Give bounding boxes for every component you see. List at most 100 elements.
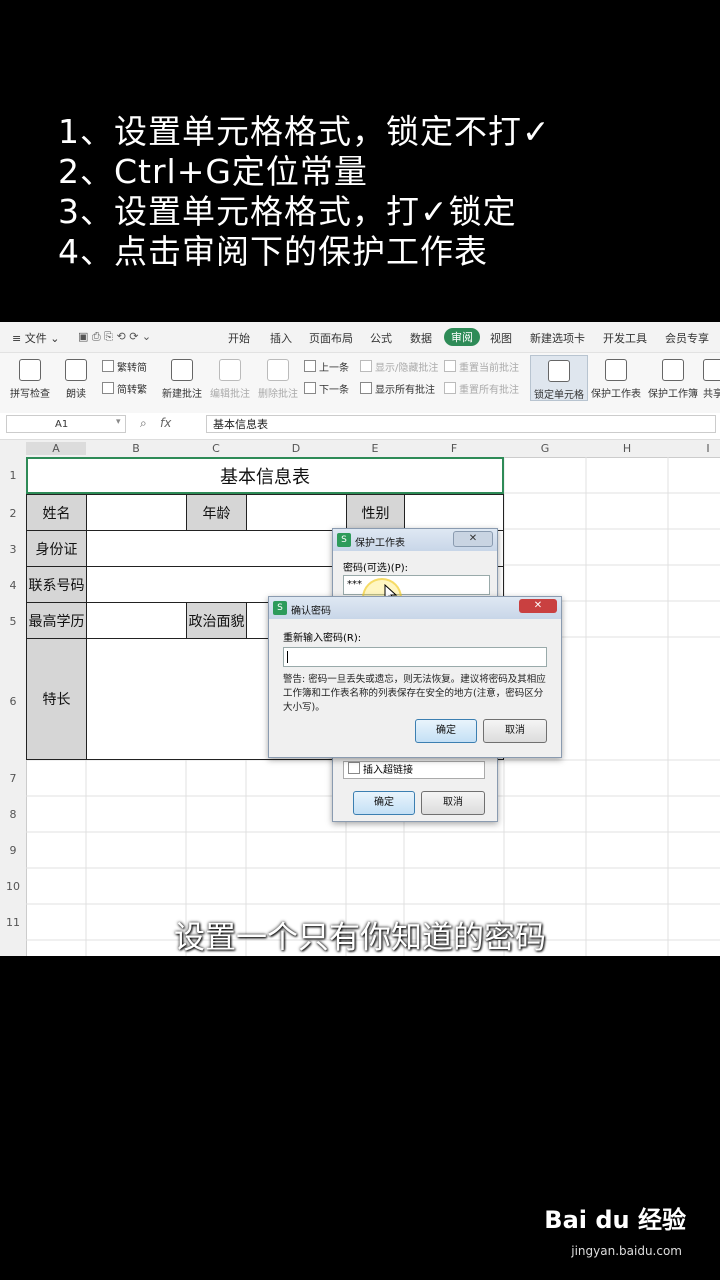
app-logo-icon: S (337, 533, 351, 547)
show-all-comments-button[interactable]: 显示所有批注 (360, 381, 435, 396)
close-icon[interactable]: ✕ (519, 599, 557, 613)
protect-cancel-button[interactable]: 取消 (421, 791, 485, 815)
read-aloud-button[interactable]: 朗读 (60, 359, 92, 400)
cell-age-value[interactable] (246, 494, 347, 531)
row-header-10[interactable]: 10 (0, 880, 26, 893)
share-button[interactable]: 共享 (703, 359, 720, 400)
cell-phone-label[interactable]: 联系号码 (26, 566, 87, 603)
confirm-dialog-titlebar[interactable]: S 确认密码 ✕ (269, 597, 561, 619)
cell-id-label[interactable]: 身份证 (26, 530, 87, 567)
cell-education-label[interactable]: 最高学历 (26, 602, 87, 639)
row-header-5[interactable]: 5 (0, 615, 26, 628)
show-hide-comment-button[interactable]: 显示/隐藏批注 (360, 359, 438, 374)
col-header-g[interactable]: G (504, 442, 586, 455)
protect-dialog-titlebar[interactable]: S 保护工作表 ✕ (333, 529, 497, 551)
reset-all-comments-button[interactable]: 重置所有批注 (444, 381, 519, 396)
cell-name-label[interactable]: 姓名 (26, 494, 87, 531)
row-header-2[interactable]: 2 (0, 507, 26, 520)
protect-ok-button[interactable]: 确定 (353, 791, 415, 815)
tab-insert[interactable]: 插入 (270, 330, 292, 346)
tab-member[interactable]: 会员专享 (665, 330, 709, 346)
instruction-step-1: 1、设置单元格格式，锁定不打✓ (58, 112, 551, 151)
convert-icon (102, 360, 114, 372)
zoom-icon[interactable]: ⌕ (140, 416, 147, 431)
next-comment-button[interactable]: 下一条 (304, 381, 349, 396)
checkbox-icon[interactable] (348, 762, 360, 774)
close-icon[interactable]: ✕ (453, 531, 493, 547)
comment-icon (360, 360, 372, 372)
comment-icon (360, 382, 372, 394)
insert-hyperlink-option[interactable]: 插入超链接 (343, 761, 485, 779)
formula-bar: A1 ▾ ⌕ fx 基本信息表 (0, 413, 720, 440)
delete-comment-button[interactable]: 删除批注 (256, 359, 300, 400)
tab-view[interactable]: 视图 (490, 330, 512, 346)
cell-specialty-label[interactable]: 特长 (26, 638, 87, 760)
reenter-password-input[interactable] (283, 647, 547, 667)
spreadsheet-app: ≡ 文件 ⌄ ▣ ⎙ ⎘ ⟲ ⟳ ⌄ 开始 插入 页面布局 公式 数据 审阅 视… (0, 322, 720, 956)
cell-gender-label[interactable]: 性别 (346, 494, 405, 531)
reset-icon (444, 382, 456, 394)
col-header-f[interactable]: F (404, 442, 504, 455)
cell-education-value[interactable] (86, 602, 187, 639)
col-header-b[interactable]: B (86, 442, 186, 455)
name-box[interactable]: A1 (6, 415, 126, 433)
new-comment-icon (171, 359, 193, 381)
tab-review[interactable]: 审阅 (444, 328, 480, 346)
cell-age-label[interactable]: 年龄 (186, 494, 247, 531)
table-title-cell[interactable]: 基本信息表 (26, 457, 504, 494)
baidu-logo: Bai du 经验 (544, 1206, 686, 1234)
simp-to-trad-button[interactable]: 简转繁 (102, 381, 147, 396)
tab-home[interactable]: 开始 (228, 330, 250, 346)
tab-developer[interactable]: 开发工具 (603, 330, 647, 346)
reenter-password-label: 重新输入密码(R): (283, 633, 362, 644)
video-subtitle: 设置一个只有你知道的密码 (174, 920, 546, 956)
cell-name-value[interactable] (86, 494, 187, 531)
confirm-cancel-button[interactable]: 取消 (483, 719, 547, 743)
row-header-8[interactable]: 8 (0, 808, 26, 821)
lock-icon (548, 360, 570, 382)
fx-icon[interactable]: fx (160, 416, 171, 430)
prev-comment-button[interactable]: 上一条 (304, 359, 349, 374)
row-header-6[interactable]: 6 (0, 695, 26, 708)
edit-comment-icon (219, 359, 241, 381)
tab-new[interactable]: 新建选项卡 (530, 330, 585, 346)
lock-cell-button[interactable]: 锁定单元格 (530, 355, 588, 401)
baidu-url: jingyan.baidu.com (571, 1244, 682, 1258)
protect-book-button[interactable]: 保护工作簿 (647, 359, 699, 400)
protect-sheet-button[interactable]: 保护工作表 (590, 359, 642, 400)
formula-input[interactable]: 基本信息表 (206, 415, 716, 433)
col-header-c[interactable]: C (186, 442, 246, 455)
row-header-4[interactable]: 4 (0, 579, 26, 592)
tab-data[interactable]: 数据 (410, 330, 432, 346)
row-header-7[interactable]: 7 (0, 772, 26, 785)
tab-page-layout[interactable]: 页面布局 (309, 330, 353, 346)
spellcheck-button[interactable]: 拼写检查 (8, 359, 52, 400)
col-header-a[interactable]: A (26, 442, 86, 455)
reset-current-comment-button[interactable]: 重置当前批注 (444, 359, 519, 374)
edit-comment-button[interactable]: 编辑批注 (208, 359, 252, 400)
trad-to-simp-button[interactable]: 繁转简 (102, 359, 147, 374)
confirm-ok-button[interactable]: 确定 (415, 719, 477, 743)
col-header-e[interactable]: E (346, 442, 404, 455)
convert-icon (102, 382, 114, 394)
share-icon (703, 359, 720, 381)
instruction-list: 1、设置单元格格式，锁定不打✓ 2、Ctrl+G定位常量 3、设置单元格格式，打… (58, 112, 551, 272)
new-comment-button[interactable]: 新建批注 (160, 359, 204, 400)
cell-political-label[interactable]: 政治面貌 (186, 602, 247, 639)
instruction-step-3: 3、设置单元格格式，打✓锁定 (58, 192, 517, 231)
name-box-dropdown-icon[interactable]: ▾ (116, 417, 121, 427)
col-header-d[interactable]: D (246, 442, 346, 455)
row-header-3[interactable]: 3 (0, 543, 26, 556)
tab-formulas[interactable]: 公式 (370, 330, 392, 346)
instruction-step-4: 4、点击审阅下的保护工作表 (58, 232, 488, 271)
row-header-9[interactable]: 9 (0, 844, 26, 857)
col-header-h[interactable]: H (586, 442, 668, 455)
col-header-i[interactable]: I (668, 442, 720, 455)
cell-gender-value[interactable] (404, 494, 504, 531)
menu-file[interactable]: ≡ 文件 ⌄ (12, 330, 59, 346)
row-header-1[interactable]: 1 (0, 469, 26, 482)
password-label: 密码(可选)(P): (343, 563, 409, 574)
app-logo-icon: S (273, 601, 287, 615)
prev-icon (304, 360, 316, 372)
quick-access-icons[interactable]: ▣ ⎙ ⎘ ⟲ ⟳ ⌄ (78, 330, 151, 344)
